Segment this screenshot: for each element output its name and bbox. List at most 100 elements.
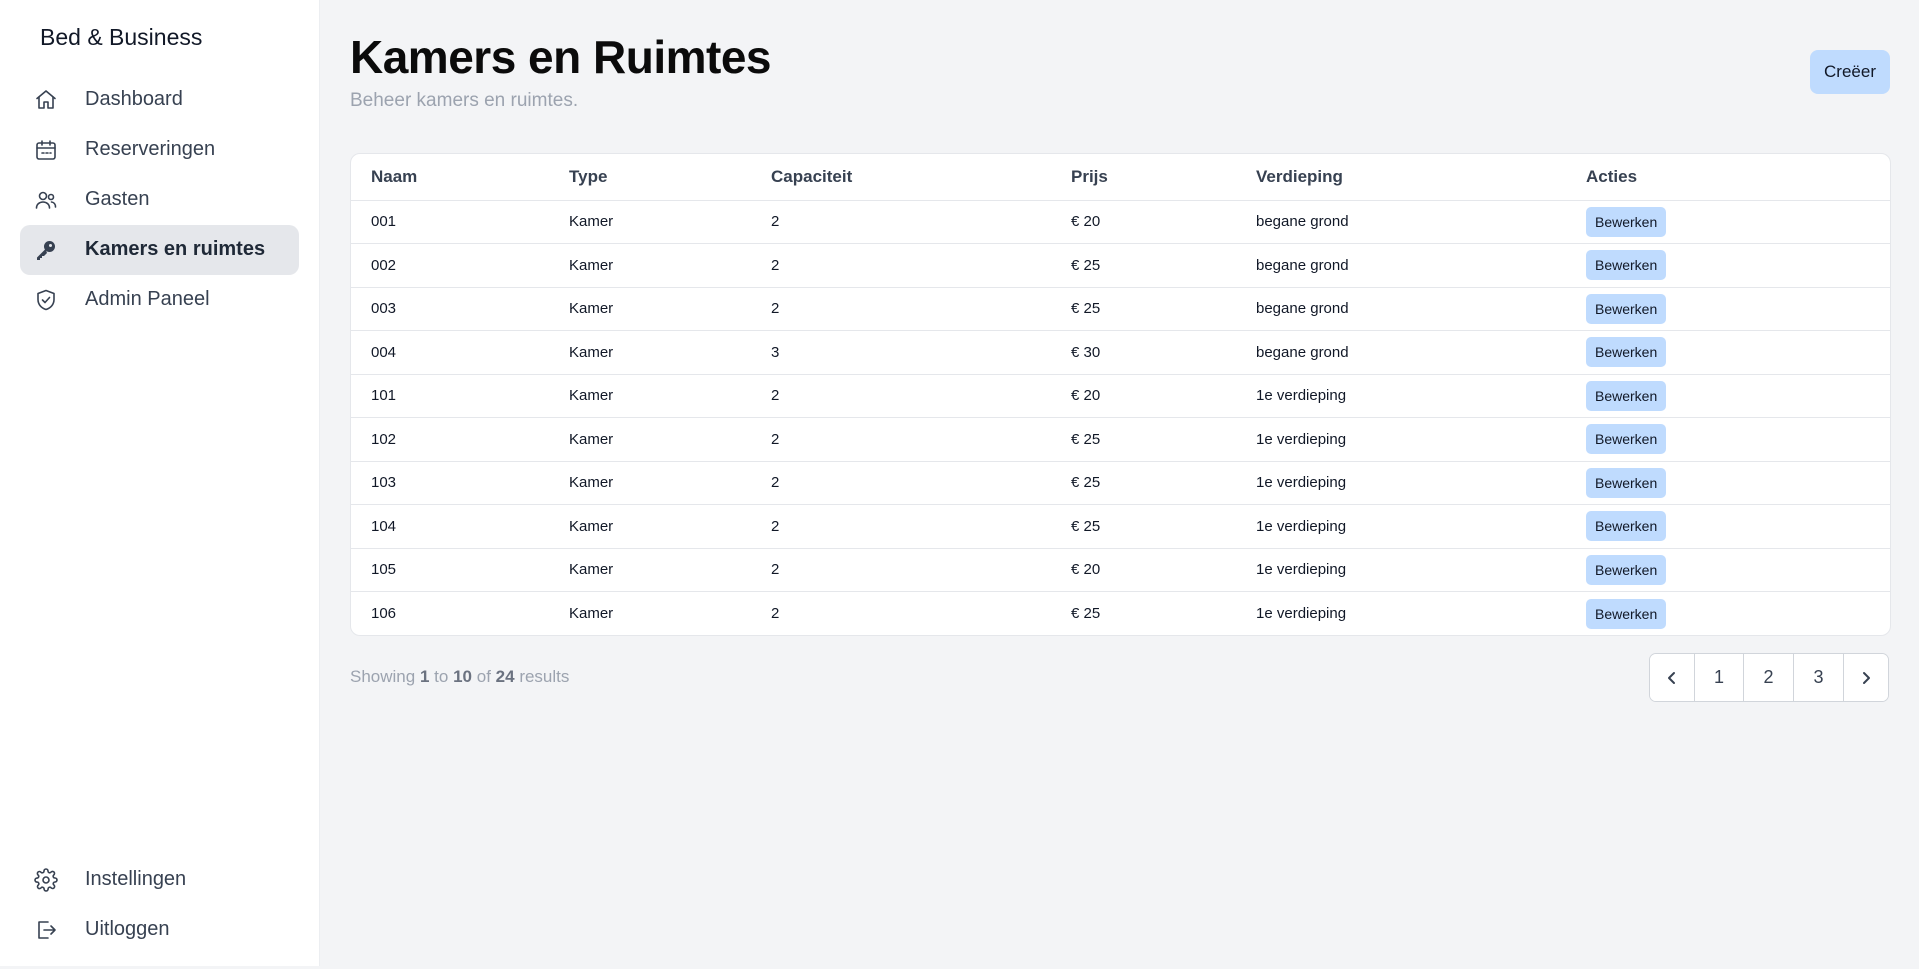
page-button-2[interactable]: 2	[1743, 654, 1793, 701]
cell-capaciteit: 2	[771, 460, 1071, 505]
table-row: 003 Kamer 2 € 25 begane grond Bewerken	[351, 286, 1890, 331]
cell-naam: 004	[351, 330, 569, 374]
cell-prijs: € 20	[1071, 547, 1256, 592]
results-to-word: to	[434, 667, 449, 686]
table-row: 106 Kamer 2 € 25 1e verdieping Bewerken	[351, 591, 1890, 635]
create-button[interactable]: Creëer	[1810, 50, 1890, 94]
cell-type: Kamer	[569, 591, 771, 635]
next-page-button[interactable]	[1843, 654, 1888, 701]
table-row: 103 Kamer 2 € 25 1e verdieping Bewerken	[351, 460, 1890, 505]
sidebar-item-label: Instellingen	[85, 868, 187, 890]
table-body: 001 Kamer 2 € 20 begane grond Bewerken 002 Kame…	[351, 199, 1890, 635]
key-icon	[34, 238, 58, 262]
cell-capaciteit: 2	[771, 286, 1071, 331]
sidebar-item-label: Dashboard	[85, 88, 183, 110]
cell-acties: Bewerken	[1586, 373, 1890, 418]
cell-naam: 104	[351, 504, 569, 548]
column-header-prijs: Prijs	[1071, 166, 1108, 186]
pagination: 1 2 3	[1649, 653, 1889, 702]
sidebar-item-label: Kamers en ruimtes	[85, 238, 266, 260]
cell-prijs: € 25	[1071, 417, 1256, 461]
cell-capaciteit: 2	[771, 199, 1071, 244]
edit-button[interactable]: Bewerken	[1586, 511, 1667, 542]
cell-naam: 105	[351, 547, 569, 592]
table-row: 001 Kamer 2 € 20 begane grond Bewerken	[351, 199, 1890, 244]
edit-button[interactable]: Bewerken	[1586, 250, 1667, 281]
app-brand: Bed & Business	[40, 24, 203, 50]
column-header-type: Type	[569, 166, 608, 186]
cell-acties: Bewerken	[1586, 591, 1890, 635]
edit-button[interactable]: Bewerken	[1586, 467, 1667, 498]
cell-acties: Bewerken	[1586, 243, 1890, 287]
cell-prijs: € 25	[1071, 460, 1256, 505]
cell-prijs: € 25	[1071, 504, 1256, 548]
column-header-verdieping: Verdieping	[1256, 166, 1343, 186]
table-row: 002 Kamer 2 € 25 begane grond Bewerken	[351, 243, 1890, 287]
sidebar-item-uitloggen[interactable]: Uitloggen	[20, 905, 299, 955]
cell-verdieping: 1e verdieping	[1256, 460, 1586, 505]
cell-type: Kamer	[569, 199, 771, 244]
column-header-naam: Naam	[371, 166, 418, 186]
results-total: 24	[495, 667, 515, 686]
cell-type: Kamer	[569, 547, 771, 592]
cell-verdieping: 1e verdieping	[1256, 591, 1586, 635]
cell-type: Kamer	[569, 417, 771, 461]
page-title: Kamers en Ruimtes	[350, 31, 772, 83]
previous-page-button[interactable]	[1650, 654, 1694, 701]
cell-capaciteit: 2	[771, 417, 1071, 461]
sidebar-item-instellingen[interactable]: Instellingen	[20, 855, 299, 905]
page-button-3[interactable]: 3	[1793, 654, 1843, 701]
page-button-1[interactable]: 1	[1694, 654, 1743, 701]
logout-icon	[34, 918, 58, 942]
sidebar-item-reserveringen[interactable]: Reserveringen	[20, 125, 299, 175]
table-header-row: Naam Type Capaciteit Prijs Verdieping Ac…	[351, 154, 1890, 200]
cell-acties: Bewerken	[1586, 199, 1890, 244]
sidebar-item-gasten[interactable]: Gasten	[20, 175, 299, 225]
chevron-right-icon	[1858, 670, 1874, 686]
sidebar-item-label: Gasten	[85, 188, 150, 210]
table-row: 004 Kamer 3 € 30 begane grond Bewerken	[351, 330, 1890, 374]
edit-button[interactable]: Bewerken	[1586, 380, 1667, 411]
edit-button[interactable]: Bewerken	[1586, 206, 1667, 237]
edit-button[interactable]: Bewerken	[1586, 554, 1667, 585]
cell-verdieping: begane grond	[1256, 330, 1586, 374]
cell-verdieping: 1e verdieping	[1256, 547, 1586, 592]
edit-button[interactable]: Bewerken	[1586, 598, 1667, 629]
cell-verdieping: 1e verdieping	[1256, 417, 1586, 461]
results-to: 10	[453, 667, 472, 686]
cell-verdieping: begane grond	[1256, 286, 1586, 331]
cell-capaciteit: 3	[771, 330, 1071, 374]
cell-type: Kamer	[569, 460, 771, 505]
cell-capaciteit: 2	[771, 243, 1071, 287]
edit-button[interactable]: Bewerken	[1586, 337, 1667, 368]
sidebar-item-kamers-en-ruimtes[interactable]: Kamers en ruimtes	[20, 225, 299, 275]
sidebar-item-label: Reserveringen	[85, 138, 216, 160]
cell-verdieping: 1e verdieping	[1256, 373, 1586, 418]
sidebar-item-label: Admin Paneel	[85, 288, 210, 310]
sidebar-item-admin-paneel[interactable]: Admin Paneel	[20, 275, 299, 325]
page-subtitle: Beheer kamers en ruimtes.	[350, 90, 579, 111]
cell-prijs: € 20	[1071, 373, 1256, 418]
cell-naam: 103	[351, 460, 569, 505]
edit-button[interactable]: Bewerken	[1586, 424, 1667, 455]
cell-type: Kamer	[569, 243, 771, 287]
cell-verdieping: 1e verdieping	[1256, 504, 1586, 548]
cell-acties: Bewerken	[1586, 504, 1890, 548]
edit-button[interactable]: Bewerken	[1586, 293, 1667, 324]
cell-capaciteit: 2	[771, 504, 1071, 548]
main-content: Kamers en Ruimtes Beheer kamers en ruimt…	[320, 0, 1919, 966]
cell-prijs: € 25	[1071, 243, 1256, 287]
cell-verdieping: begane grond	[1256, 199, 1586, 244]
cell-capaciteit: 2	[771, 373, 1071, 418]
table-row: 101 Kamer 2 € 20 1e verdieping Bewerken	[351, 373, 1890, 418]
results-summary: Showing 1 to 10 of 24 results	[350, 667, 569, 687]
cell-acties: Bewerken	[1586, 330, 1890, 374]
cell-prijs: € 25	[1071, 591, 1256, 635]
cell-naam: 101	[351, 373, 569, 418]
cell-naam: 003	[351, 286, 569, 331]
cell-prijs: € 25	[1071, 286, 1256, 331]
gear-icon	[34, 868, 58, 892]
sidebar-item-dashboard[interactable]: Dashboard	[20, 75, 299, 125]
sidebar-item-label: Uitloggen	[85, 918, 170, 940]
cell-naam: 102	[351, 417, 569, 461]
